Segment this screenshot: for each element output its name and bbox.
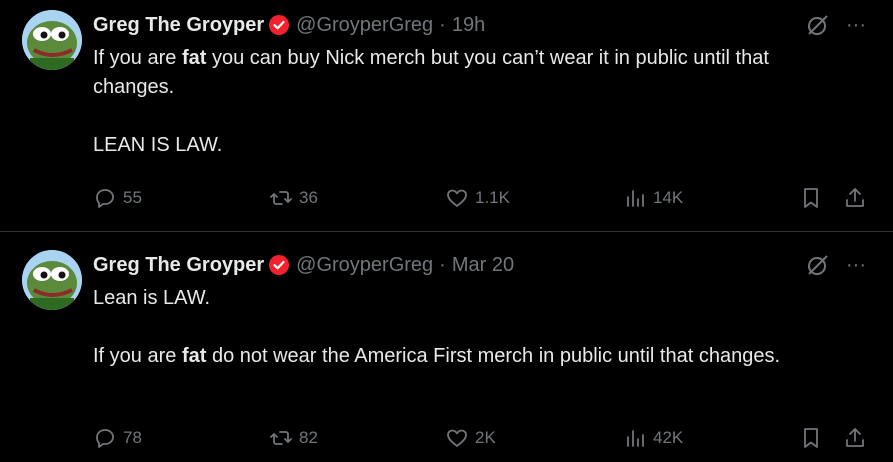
bookmark-icon — [804, 188, 818, 208]
like-button[interactable]: 1.1K — [445, 184, 510, 212]
retweet-button[interactable]: 36 — [269, 184, 318, 212]
bookmark-button[interactable] — [799, 424, 823, 452]
views-count: 14K — [653, 188, 684, 207]
action-bar: 78 82 2K 42K — [93, 424, 873, 452]
retweet-button[interactable]: 82 — [269, 424, 318, 452]
display-name[interactable]: Greg The Groyper — [93, 254, 264, 277]
user-handle[interactable]: @GroyperGreg — [296, 14, 433, 37]
retweet-icon — [270, 191, 292, 205]
reply-count: 78 — [123, 428, 142, 447]
retweet-icon — [270, 431, 292, 445]
views-button[interactable]: 42K — [623, 424, 683, 452]
like-button[interactable]: 2K — [445, 424, 496, 452]
views-icon — [627, 190, 644, 207]
reply-button[interactable]: 55 — [93, 184, 142, 212]
verified-badge-icon — [269, 255, 290, 275]
separator: · — [439, 253, 446, 276]
share-icon — [846, 188, 864, 207]
tweet-header: Greg The Groyper @GroyperGreg · Mar 20 — [93, 252, 514, 278]
verified-badge-icon — [269, 15, 290, 35]
views-icon — [627, 430, 644, 447]
timestamp[interactable]: Mar 20 — [452, 254, 514, 277]
pepe-avatar-icon — [22, 10, 82, 70]
share-icon — [846, 428, 864, 447]
views-count: 42K — [653, 428, 684, 447]
bookmark-button[interactable] — [799, 184, 823, 212]
retweet-count: 82 — [299, 428, 318, 447]
tweet-1[interactable]: Greg The Groyper @GroyperGreg · 19h ··· … — [0, 0, 893, 231]
retweet-count: 36 — [299, 188, 318, 207]
grok-icon[interactable] — [805, 252, 831, 278]
display-name[interactable]: Greg The Groyper — [93, 14, 264, 37]
like-icon — [447, 189, 467, 207]
reply-icon — [96, 429, 114, 448]
action-bar: 55 36 1.1K 14K — [93, 184, 873, 212]
reply-count: 55 — [123, 188, 142, 207]
more-icon[interactable]: ··· — [843, 12, 869, 38]
avatar[interactable] — [22, 10, 82, 70]
share-button[interactable] — [843, 424, 867, 452]
like-icon — [447, 429, 467, 447]
timestamp[interactable]: 19h — [452, 14, 485, 37]
reply-button[interactable]: 78 — [93, 424, 142, 452]
reply-icon — [96, 189, 114, 208]
bookmark-icon — [804, 428, 818, 448]
views-button[interactable]: 14K — [623, 184, 683, 212]
more-icon[interactable]: ··· — [843, 252, 869, 278]
user-handle[interactable]: @GroyperGreg — [296, 254, 433, 277]
avatar[interactable] — [22, 250, 82, 310]
like-count: 1.1K — [475, 188, 510, 207]
tweet-header: Greg The Groyper @GroyperGreg · 19h — [93, 12, 485, 38]
tweet-text: If you are fat you can buy Nick merch bu… — [93, 47, 769, 156]
share-button[interactable] — [843, 184, 867, 212]
tweet-2[interactable]: Greg The Groyper @GroyperGreg · Mar 20 ·… — [0, 232, 893, 462]
tweet-text: Lean is LAW. If you are fat do not wear … — [93, 287, 781, 367]
separator: · — [439, 13, 446, 36]
pepe-avatar-icon — [22, 250, 82, 310]
like-count: 2K — [475, 428, 496, 447]
grok-icon[interactable] — [805, 12, 831, 38]
